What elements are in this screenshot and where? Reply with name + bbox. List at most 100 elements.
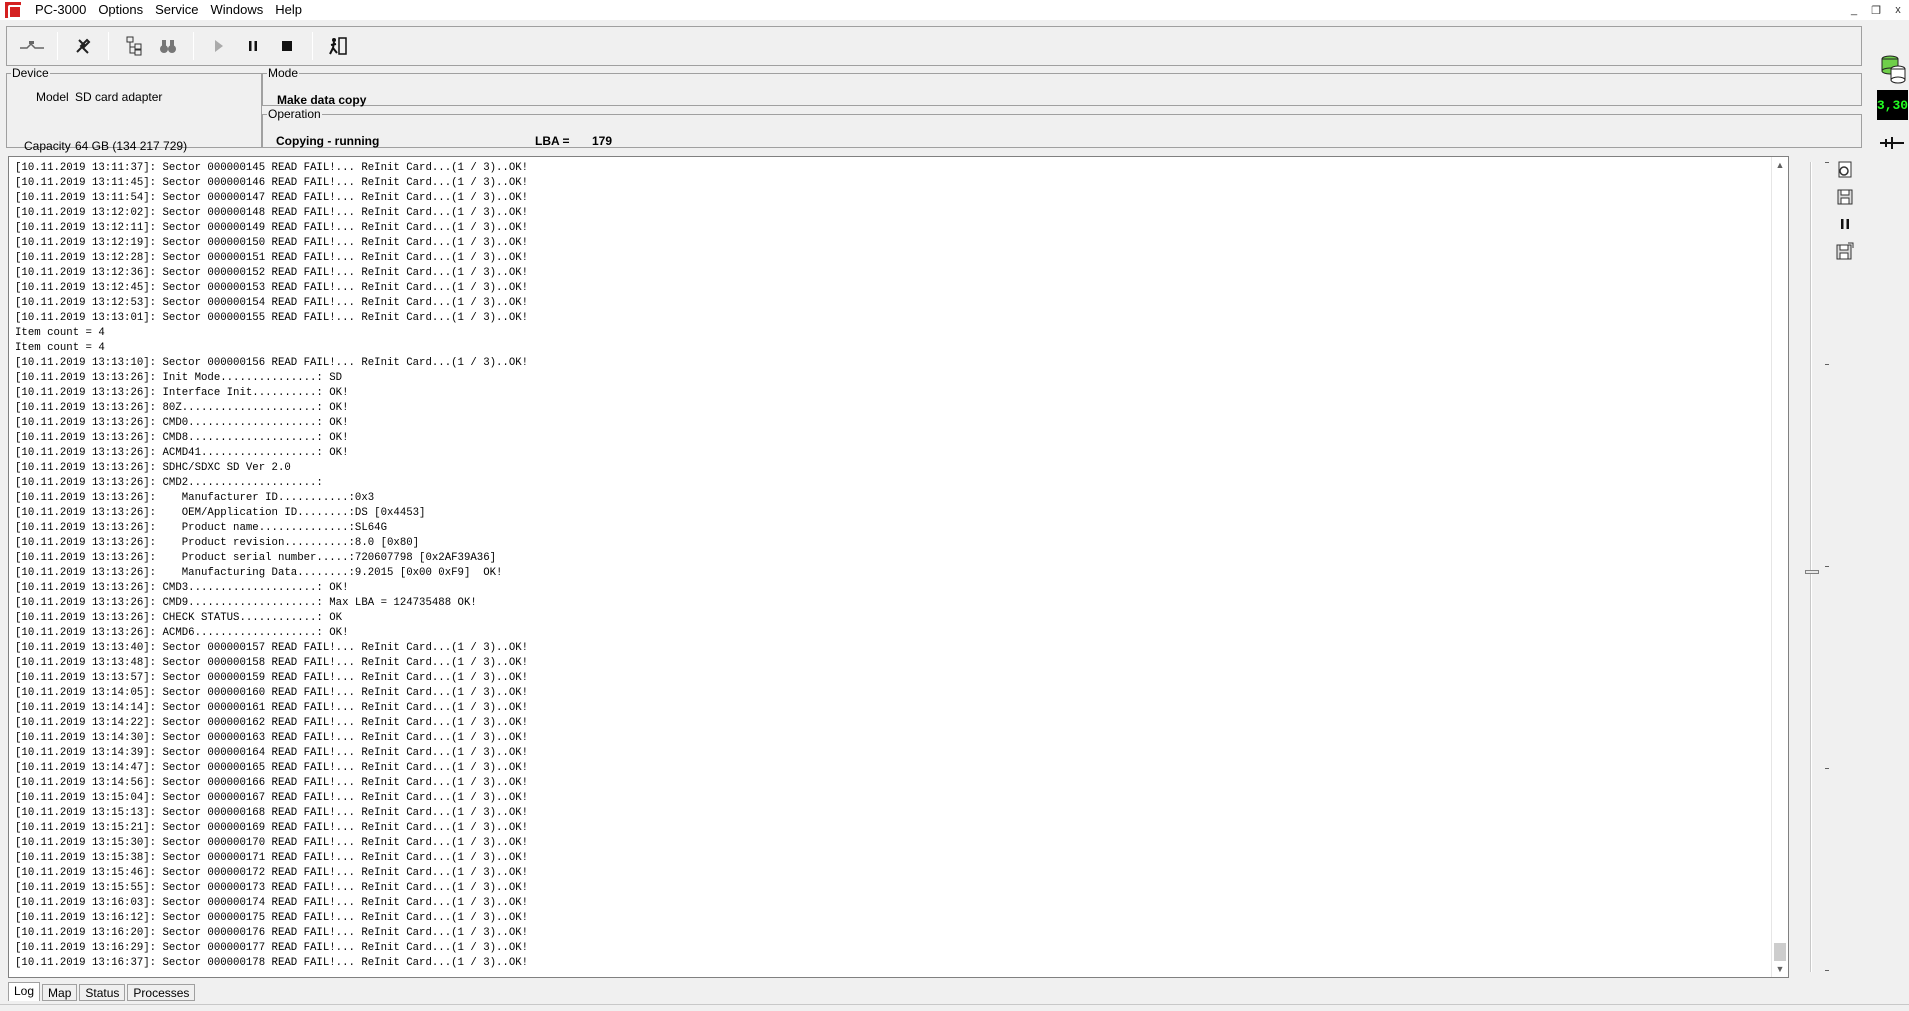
close-button[interactable]: x [1887, 0, 1909, 20]
menu-bar: PC-3000 Options Service Windows Help _ ❐… [0, 0, 1909, 20]
log-line: [10.11.2019 13:13:26]: Manufacturing Dat… [15, 567, 503, 579]
log-scrollbar[interactable]: ▲ ▼ [1771, 157, 1788, 977]
pause-icon [249, 41, 257, 51]
log-side-toolbar [1795, 156, 1863, 978]
log-panel: [10.11.2019 13:11:37]: Sector 000000145 … [8, 156, 1789, 978]
log-line: [10.11.2019 13:14:05]: Sector 000000160 … [15, 687, 529, 699]
mode-value: Make data copy [277, 93, 367, 107]
log-line: [10.11.2019 13:12:36]: Sector 000000152 … [15, 267, 529, 279]
log-line: [10.11.2019 13:16:03]: Sector 000000174 … [15, 897, 529, 909]
log-line: [10.11.2019 13:14:14]: Sector 000000161 … [15, 702, 529, 714]
log-line: [10.11.2019 13:13:26]: Init Mode........… [15, 372, 343, 384]
save-as-icon [1836, 242, 1854, 260]
play-button[interactable] [202, 31, 236, 61]
toolbar-separator [193, 32, 194, 60]
log-line: Item count = 4 [15, 342, 105, 354]
status-bar [0, 1004, 1909, 1011]
log-line: [10.11.2019 13:13:26]: SDHC/SDXC SD Ver … [15, 462, 291, 474]
log-save-as-button[interactable] [1834, 241, 1856, 261]
save-icon [1837, 189, 1853, 205]
tab-processes[interactable]: Processes [127, 984, 196, 1001]
log-line: [10.11.2019 13:13:01]: Sector 000000155 … [15, 312, 529, 324]
mode-legend: Mode [268, 66, 299, 80]
probe-icon[interactable] [1878, 136, 1906, 150]
device-group: Device Model SD card adapter Capacity 64… [6, 66, 262, 153]
log-pause-button[interactable] [1834, 214, 1856, 234]
scroll-thumb[interactable] [1774, 943, 1786, 961]
model-label: Model [36, 90, 69, 104]
main-toolbar [6, 26, 1862, 66]
log-text: [10.11.2019 13:11:37]: Sector 000000145 … [15, 161, 1775, 973]
menu-help[interactable]: Help [269, 0, 308, 20]
menu-options[interactable]: Options [92, 0, 149, 20]
tools-icon [76, 38, 91, 54]
database-sync-icon[interactable] [1880, 52, 1908, 84]
log-line: [10.11.2019 13:12:11]: Sector 000000149 … [15, 222, 529, 234]
tab-log[interactable]: Log [8, 982, 41, 1001]
log-line: [10.11.2019 13:13:40]: Sector 000000157 … [15, 642, 529, 654]
pause-button[interactable] [236, 31, 270, 61]
log-line: [10.11.2019 13:12:02]: Sector 000000148 … [15, 207, 529, 219]
log-speed-slider[interactable] [1803, 162, 1829, 972]
minimize-button[interactable]: _ [1843, 0, 1865, 20]
menu-windows[interactable]: Windows [204, 0, 269, 20]
tab-map[interactable]: Map [42, 984, 78, 1001]
log-save-button[interactable] [1834, 187, 1856, 207]
exit-button[interactable] [321, 31, 355, 61]
log-line: [10.11.2019 13:13:10]: Sector 000000156 … [15, 357, 529, 369]
operation-status: Copying - running [276, 134, 380, 148]
log-line: [10.11.2019 13:16:37]: Sector 000000178 … [15, 957, 529, 969]
log-line: [10.11.2019 13:13:26]: CHECK STATUS.....… [15, 612, 343, 624]
app-title: PC-3000 [35, 2, 87, 17]
slider-tick [1825, 768, 1829, 769]
log-line: [10.11.2019 13:14:22]: Sector 000000162 … [15, 717, 529, 729]
log-line: [10.11.2019 13:13:57]: Sector 000000159 … [15, 672, 529, 684]
toolbar-separator [312, 32, 313, 60]
slider-tick [1825, 566, 1829, 567]
device-legend: Device [12, 66, 49, 80]
tab-status[interactable]: Status [79, 984, 126, 1001]
tree-icon [126, 36, 142, 56]
log-line: [10.11.2019 13:13:26]: CMD2.............… [15, 477, 323, 489]
log-line: [10.11.2019 13:13:26]: OEM/Application I… [15, 507, 426, 519]
slider-tick [1825, 364, 1829, 365]
stop-icon [282, 41, 292, 51]
capacity-value: 64 GB (134 217 729) [75, 139, 188, 153]
log-line: [10.11.2019 13:13:26]: CMD9.............… [15, 597, 477, 609]
side-counter: 3,30 [1877, 90, 1908, 120]
mode-group: Mode Make data copy [262, 66, 1862, 107]
log-line: [10.11.2019 13:15:21]: Sector 000000169 … [15, 822, 529, 834]
capacity-label: Capacity [24, 139, 71, 153]
scroll-up-arrow[interactable]: ▲ [1772, 157, 1788, 173]
restore-button[interactable]: ❐ [1865, 0, 1887, 20]
log-line: [10.11.2019 13:11:45]: Sector 000000146 … [15, 177, 529, 189]
log-line: [10.11.2019 13:16:12]: Sector 000000175 … [15, 912, 529, 924]
log-line: [10.11.2019 13:12:28]: Sector 000000151 … [15, 252, 529, 264]
log-line: [10.11.2019 13:11:37]: Sector 000000145 … [15, 162, 529, 174]
slider-handle[interactable] [1805, 570, 1819, 574]
tools-button[interactable] [66, 31, 100, 61]
settings-doc-icon [1838, 161, 1852, 178]
stop-button[interactable] [270, 31, 304, 61]
log-line: [10.11.2019 13:13:26]: CMD0.............… [15, 417, 349, 429]
scroll-down-arrow[interactable]: ▼ [1772, 961, 1788, 977]
slider-track [1810, 162, 1812, 972]
lba-label: LBA = [535, 134, 570, 148]
log-line: [10.11.2019 13:13:26]: Product name.....… [15, 522, 387, 534]
menu-service[interactable]: Service [149, 0, 204, 20]
log-line: [10.11.2019 13:13:48]: Sector 000000158 … [15, 657, 529, 669]
log-line: [10.11.2019 13:16:20]: Sector 000000176 … [15, 927, 529, 939]
search-button[interactable] [151, 31, 185, 61]
connect-button[interactable] [15, 31, 49, 61]
log-line: [10.11.2019 13:13:26]: Manufacturer ID..… [15, 492, 375, 504]
log-line: [10.11.2019 13:15:55]: Sector 000000173 … [15, 882, 529, 894]
log-line: [10.11.2019 13:12:45]: Sector 000000153 … [15, 282, 529, 294]
log-settings-button[interactable] [1834, 160, 1856, 180]
tree-button[interactable] [117, 31, 151, 61]
log-line: [10.11.2019 13:13:26]: ACMD41...........… [15, 447, 349, 459]
bottom-tabs: Log Map Status Processes [8, 982, 197, 1001]
log-line: [10.11.2019 13:14:39]: Sector 000000164 … [15, 747, 529, 759]
log-line: [10.11.2019 13:14:30]: Sector 000000163 … [15, 732, 529, 744]
log-line: [10.11.2019 13:13:26]: CMD3.............… [15, 582, 349, 594]
slider-tick [1825, 970, 1829, 971]
